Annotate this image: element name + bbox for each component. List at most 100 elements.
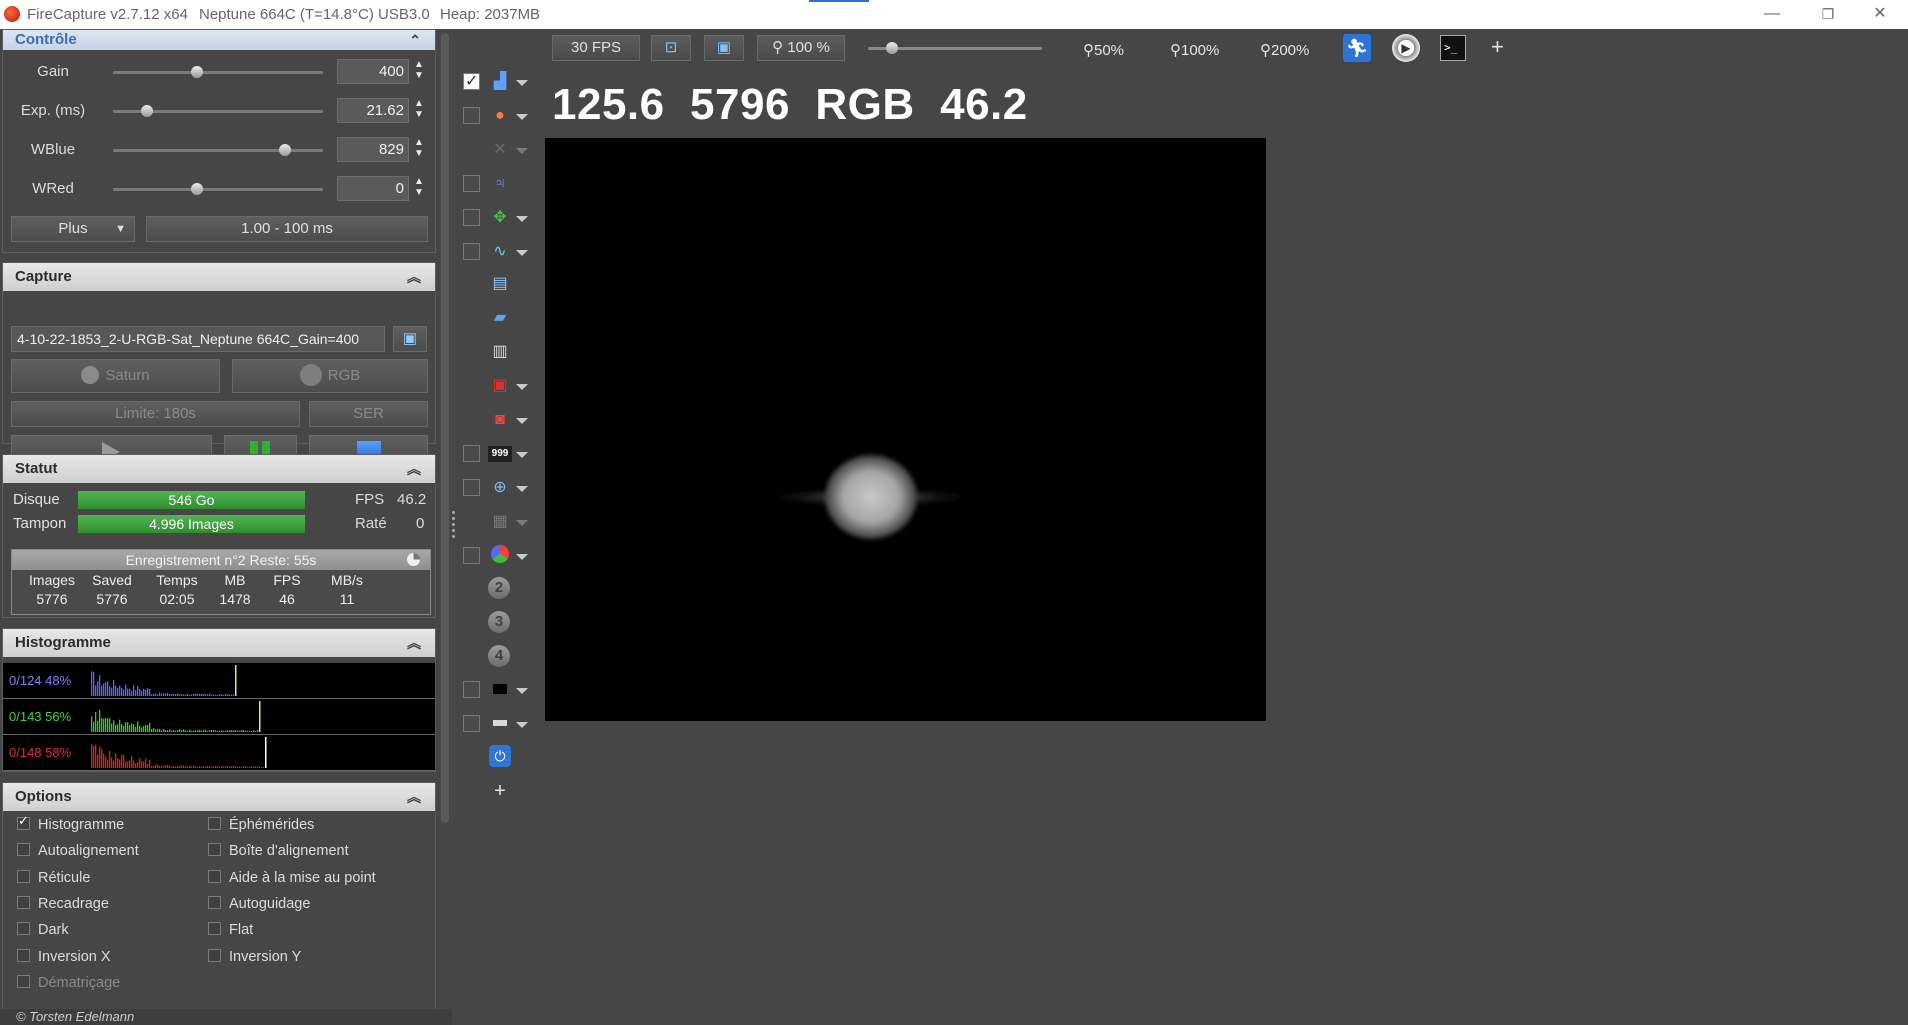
option-checkbox[interactable] [208, 948, 221, 962]
chevron-down-icon[interactable] [516, 688, 528, 694]
dark-frame-icon[interactable]: ▣ [488, 374, 512, 398]
add-toolbar-button[interactable]: + [1491, 34, 1504, 60]
zoom-100-button[interactable]: ⚲100% [1170, 41, 1219, 59]
chevron-down-icon[interactable] [516, 452, 528, 458]
chevron-down-icon[interactable] [516, 148, 528, 154]
waveform-icon[interactable]: ∿ [488, 240, 512, 264]
wblue-slider[interactable] [113, 144, 323, 156]
chevron-down-icon[interactable] [516, 114, 528, 120]
black-square-icon[interactable] [488, 678, 512, 702]
jupiter-tool-checkbox[interactable] [463, 175, 480, 192]
exp-spin-arrows[interactable]: ▲ ▼ [411, 98, 427, 123]
power-icon[interactable]: ⏻ [488, 745, 512, 769]
limit-button[interactable]: Limite: 180s [11, 401, 300, 427]
color-tool-checkbox[interactable] [463, 547, 480, 564]
zoom-200-button[interactable]: ⚲200% [1260, 41, 1309, 59]
close-button[interactable]: ✕ [1852, 0, 1908, 29]
fps-button[interactable]: 30 FPS [552, 35, 640, 61]
gain-spin-arrows[interactable]: ▲ ▼ [411, 59, 427, 84]
number-2-icon[interactable]: 2 [488, 577, 512, 601]
option-left-4[interactable]: Dark [17, 922, 69, 938]
planet-tool-checkbox[interactable] [463, 107, 480, 124]
option-checkbox[interactable] [17, 843, 30, 857]
collapse-icon[interactable]: ︽ [407, 263, 421, 291]
alignment-arrows-icon[interactable]: ✥ [488, 206, 512, 230]
chevron-down-icon[interactable] [516, 486, 528, 492]
runner-icon[interactable]: 🏃︎ [1343, 34, 1371, 62]
statut-header[interactable]: Statut ︽ [3, 455, 435, 483]
chevron-down-icon[interactable] [516, 722, 528, 728]
counter-tool-checkbox[interactable] [463, 445, 480, 462]
option-checkbox[interactable] [17, 895, 30, 909]
restore-button[interactable]: ❐ [1800, 0, 1856, 29]
gray-bar-icon[interactable] [488, 712, 512, 736]
collapse-icon[interactable]: ⌃ [409, 30, 421, 50]
collapse-icon[interactable]: ︽ [407, 629, 421, 657]
color-balance-icon[interactable] [488, 544, 512, 568]
target-icon[interactable]: ⊕ [488, 476, 512, 500]
alignment-tool-checkbox[interactable] [463, 209, 480, 226]
option-right-1[interactable]: Boîte d'alignement [208, 843, 349, 859]
option-checkbox[interactable] [17, 974, 30, 988]
chevron-down-icon[interactable] [516, 80, 528, 86]
wred-spin-arrows[interactable]: ▲ ▼ [411, 176, 427, 201]
crosshair-icon[interactable]: ✕ [488, 138, 512, 162]
terminal-icon[interactable]: >_ [1440, 35, 1466, 61]
filter-button[interactable]: RGB [232, 359, 428, 393]
collapse-icon[interactable]: ︽ [407, 783, 421, 811]
monitor-icon[interactable]: ▣ [704, 35, 744, 61]
option-checkbox[interactable] [208, 922, 221, 936]
option-checkbox[interactable] [17, 869, 30, 883]
option-checkbox[interactable] [208, 895, 221, 909]
camera-preview[interactable] [545, 138, 1266, 721]
option-checkbox[interactable] [17, 948, 30, 962]
exp-slider[interactable] [113, 105, 323, 117]
zoom-slider-knob[interactable] [886, 42, 898, 54]
exp-slider-knob[interactable] [140, 105, 153, 117]
grid-icon[interactable]: ▦ [488, 510, 512, 534]
chevron-down-icon[interactable] [516, 520, 528, 526]
collapse-icon[interactable]: ︽ [407, 455, 421, 483]
chevron-down-icon[interactable] [516, 216, 528, 222]
option-right-5[interactable]: Inversion Y [208, 948, 301, 965]
controle-header[interactable]: Contrôle ⌃ [3, 30, 435, 50]
histogram-tool-checkbox[interactable] [463, 71, 480, 91]
gain-input[interactable]: 400 [337, 59, 409, 84]
filename-field[interactable]: 4-10-22-1853_2-U-RGB-Sat_Neptune 664C_Ga… [11, 326, 385, 352]
black-tool-checkbox[interactable] [463, 681, 480, 698]
wblue-slider-knob[interactable] [279, 144, 292, 156]
option-left-3[interactable]: Recadrage [17, 895, 109, 912]
counter-icon[interactable]: 999 [488, 446, 512, 462]
histogram-header[interactable]: Histogramme ︽ [3, 629, 435, 657]
trash-icon[interactable]: ▥ [488, 340, 512, 364]
zoom-button[interactable]: ⚲ 100 % [757, 35, 845, 61]
option-right-0[interactable]: Éphémérides [208, 817, 314, 833]
jupiter-symbol-icon[interactable]: ♃ [488, 172, 512, 196]
chevron-down-icon[interactable] [516, 418, 528, 424]
gain-slider[interactable] [113, 66, 323, 78]
planet-icon[interactable]: ● [488, 104, 512, 128]
stopwatch-icon[interactable]: ▶ [1392, 34, 1420, 62]
capture-header[interactable]: Capture ︽ [3, 263, 435, 291]
wblue-spin-arrows[interactable]: ▲ ▼ [411, 137, 427, 162]
histogram-bars-icon[interactable]: ▟ [488, 70, 512, 94]
option-right-3[interactable]: Autoguidage [208, 895, 310, 912]
wred-slider[interactable] [113, 183, 323, 195]
camera-icon[interactable]: ▣ [393, 326, 427, 352]
option-checkbox[interactable] [208, 843, 221, 857]
chevron-down-icon[interactable] [516, 554, 528, 560]
panel-splitter-handle[interactable] [452, 508, 456, 548]
number-3-icon[interactable]: 3 [488, 611, 512, 635]
option-checkbox[interactable] [208, 817, 221, 830]
chevron-down-icon[interactable] [516, 384, 528, 390]
object-button[interactable]: Saturn [11, 359, 220, 393]
option-checkbox[interactable] [17, 813, 30, 830]
gain-slider-knob[interactable] [191, 66, 203, 78]
clipboard-icon[interactable]: ▤ [488, 272, 512, 296]
exposure-range-button[interactable]: 1.00 - 100 ms [146, 216, 428, 242]
option-left-5[interactable]: Inversion X [17, 948, 111, 965]
options-header[interactable]: Options ︽ [3, 783, 435, 811]
option-checkbox[interactable] [17, 922, 30, 936]
add-tool-button[interactable]: + [488, 779, 512, 803]
option-left-2[interactable]: Réticule [17, 869, 90, 886]
